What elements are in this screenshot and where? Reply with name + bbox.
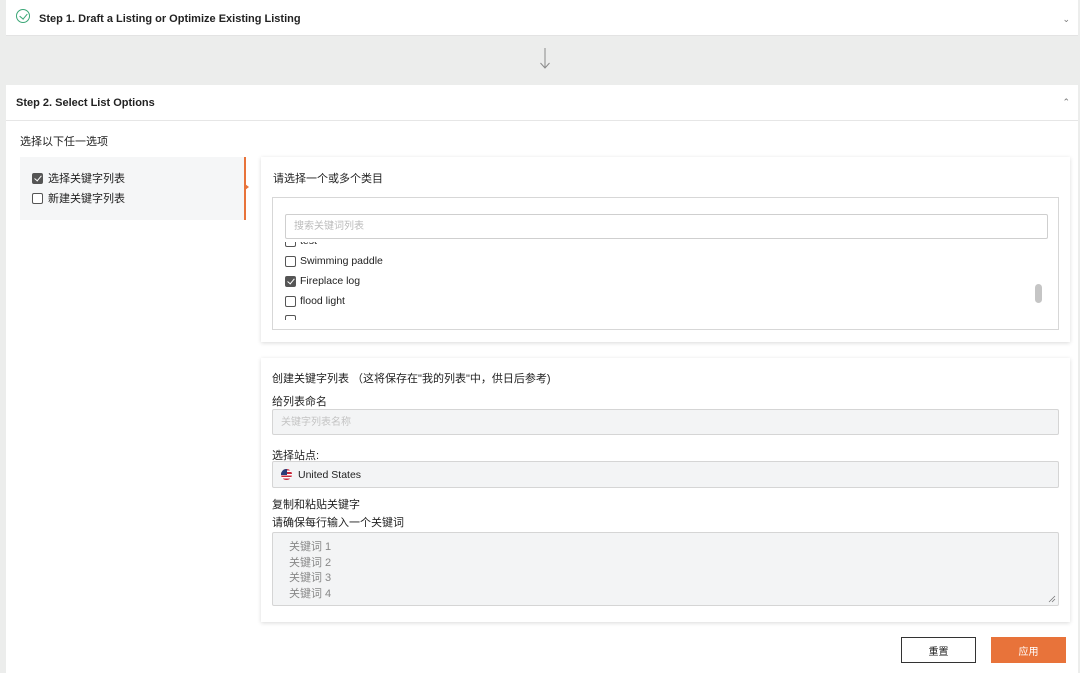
list-item[interactable] [285,315,296,320]
checkbox-checked-icon[interactable] [285,275,296,287]
option-panel: 选择关键字列表 新建关键字列表 [20,157,249,220]
keyword-placeholder-line: 关键词 1 [289,541,332,553]
list-name-input[interactable] [272,409,1059,435]
checkbox-icon[interactable] [32,192,43,204]
arrow-down-icon [540,48,550,69]
list-name-label: 给列表命名 [272,396,327,408]
us-flag-icon [281,469,292,480]
resize-handle-icon[interactable] [1048,595,1056,603]
checkbox-icon[interactable] [285,255,296,267]
step1-header[interactable]: Step 1. Draft a Listing or Optimize Exis… [6,0,1078,36]
list-item-label: flood light [300,295,345,307]
paste-keywords-hint: 请确保每行输入一个关键词 [272,517,404,529]
keywords-textarea[interactable]: 关键词 1 关键词 2 关键词 3 关键词 4 [272,532,1059,606]
choose-option-label: 选择以下任一选项 [20,136,108,148]
site-value: United States [298,468,362,481]
keyword-placeholder-line: 关键词 3 [289,572,332,585]
checkbox-icon[interactable] [285,315,296,320]
list-item[interactable]: Swimming paddle [285,255,383,267]
reset-button[interactable]: 重置 [901,637,976,663]
category-scrollbar[interactable] [1033,242,1045,320]
category-card: 请选择一个或多个类目 test Swimming paddle Fireplac… [261,157,1070,342]
category-list-box: test Swimming paddle Fireplace log flood… [272,197,1059,330]
keyword-list-search-input[interactable] [285,214,1048,239]
category-label: 请选择一个或多个类目 [273,173,383,185]
scrollbar-thumb[interactable] [1035,284,1042,303]
step2-title: Step 2. Select List Options [16,97,155,109]
step2-header[interactable]: Step 2. Select List Options ⌃ [6,85,1078,121]
site-select[interactable]: United States [272,461,1059,488]
list-item-label: Fireplace log [300,275,361,287]
checkbox-checked-icon[interactable] [32,172,43,184]
paste-keywords-label: 复制和粘贴关键字 [272,499,360,511]
keyword-placeholder-line: 关键词 2 [289,556,332,569]
chevron-up-icon[interactable]: ⌃ [1062,97,1070,108]
option-new-list[interactable]: 新建关键字列表 [32,190,125,206]
option-label: 选择关键字列表 [48,173,125,185]
category-list: test Swimming paddle Fireplace log flood… [285,242,1048,320]
list-item-label: test [300,242,317,247]
chevron-down-icon[interactable]: ⌄ [1062,14,1070,25]
option-select-list[interactable]: 选择关键字列表 [32,170,125,186]
list-item[interactable]: Fireplace log [285,275,360,287]
apply-button[interactable]: 应用 [991,637,1066,663]
create-list-title: 创建关键字列表 （这将保存在"我的列表"中，供日后参考) [272,373,551,385]
check-circle-icon [16,9,30,23]
checkbox-icon[interactable] [285,242,296,247]
step1-title: Step 1. Draft a Listing or Optimize Exis… [39,13,301,25]
option-label: 新建关键字列表 [48,193,125,205]
step2-panel: Step 2. Select List Options ⌃ 选择以下任一选项 选… [6,85,1078,673]
keyword-placeholder-line: 关键词 4 [289,588,332,601]
list-item[interactable]: flood light [285,295,345,307]
checkbox-icon[interactable] [285,295,296,307]
list-item[interactable]: test [285,242,317,247]
create-list-card: 创建关键字列表 （这将保存在"我的列表"中，供日后参考) 给列表命名 选择站点:… [261,358,1070,622]
list-item-label: Swimming paddle [300,255,383,267]
